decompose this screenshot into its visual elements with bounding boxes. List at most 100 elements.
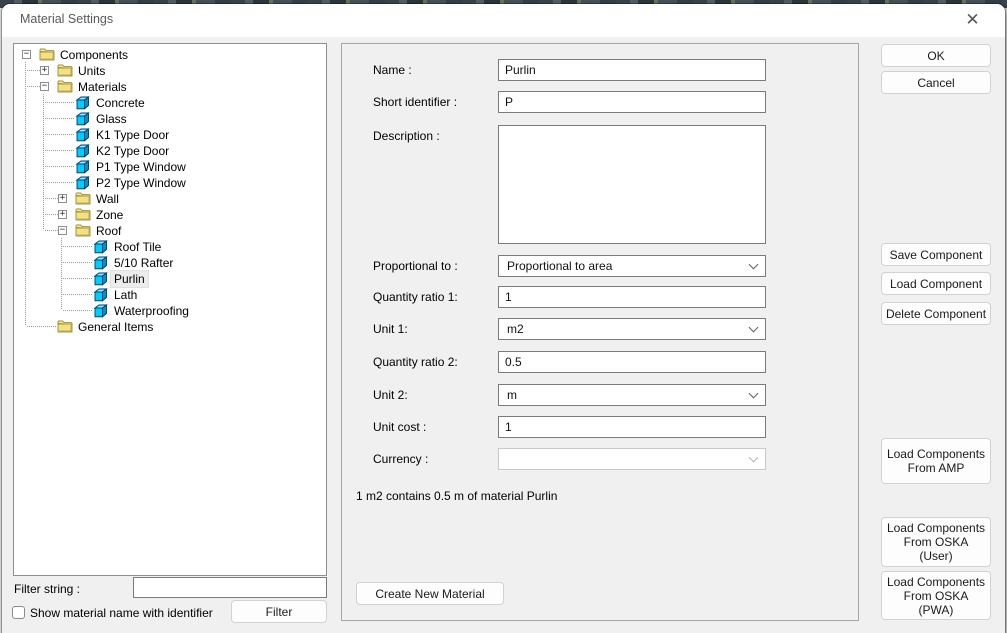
- tree-connector-line: [45, 150, 75, 151]
- ok-button[interactable]: OK: [881, 44, 991, 67]
- material-settings-dialog: Material Settings ✕ − Components + Units…: [2, 4, 1005, 633]
- tree-item-label: Components: [57, 47, 131, 63]
- tree-item[interactable]: − Components: [15, 47, 325, 63]
- chevron-down-icon: [749, 322, 759, 332]
- tree-item[interactable]: Concrete: [15, 95, 325, 111]
- material-cube-icon: [75, 160, 91, 173]
- material-cube-icon: [75, 176, 91, 189]
- cancel-button[interactable]: Cancel: [881, 71, 991, 94]
- proportional-to-dropdown[interactable]: Proportional to area: [498, 255, 766, 277]
- description-textarea[interactable]: [498, 125, 766, 244]
- tree-item[interactable]: Purlin: [15, 271, 325, 287]
- chevron-down-icon: [749, 388, 759, 398]
- create-new-material-button[interactable]: Create New Material: [356, 582, 504, 605]
- tree-item-label: Waterproofing: [111, 303, 192, 319]
- tree-connector-line: [45, 118, 75, 119]
- tree-connector-line: [63, 278, 93, 279]
- tree-expander-icon[interactable]: +: [58, 210, 67, 219]
- tree-item[interactable]: Waterproofing: [15, 303, 325, 319]
- ratio-summary-text: 1 m2 contains 0.5 m of material Purlin: [356, 489, 557, 503]
- short-identifier-input[interactable]: [498, 91, 766, 113]
- tree-item[interactable]: − Materials: [15, 79, 325, 95]
- tree-connector-line: [45, 166, 75, 167]
- chevron-down-icon: [749, 452, 759, 462]
- tree-connector-line: [45, 182, 75, 183]
- quantity-ratio-2-input[interactable]: [498, 351, 766, 373]
- load-component-button[interactable]: Load Component: [881, 272, 991, 295]
- tree-item[interactable]: K2 Type Door: [15, 143, 325, 159]
- folder-icon: [75, 192, 91, 205]
- unit-cost-input[interactable]: [498, 416, 766, 438]
- tree-item[interactable]: K1 Type Door: [15, 127, 325, 143]
- tree-item[interactable]: Roof Tile: [15, 239, 325, 255]
- tree-item[interactable]: Lath: [15, 287, 325, 303]
- material-cube-icon: [93, 272, 109, 285]
- tree-connector-line: [27, 86, 40, 87]
- tree-connector-line: [63, 294, 93, 295]
- unit-2-dropdown[interactable]: m: [498, 384, 766, 406]
- tree-item[interactable]: + Wall: [15, 191, 325, 207]
- material-cube-icon: [75, 128, 91, 141]
- tree-item-label: Materials: [75, 79, 130, 95]
- tree-expander-icon[interactable]: −: [40, 82, 49, 91]
- tree-connector-line: [27, 326, 57, 327]
- load-components-oska-user-button[interactable]: Load Components From OSKA (User): [881, 517, 991, 567]
- tree-item[interactable]: 5/10 Rafter: [15, 255, 325, 271]
- tree-item[interactable]: P1 Type Window: [15, 159, 325, 175]
- material-cube-icon: [75, 144, 91, 157]
- close-icon[interactable]: ✕: [950, 5, 995, 35]
- tree-connector-line: [63, 246, 93, 247]
- tree-connector-line: [63, 310, 93, 311]
- delete-component-button[interactable]: Delete Component: [881, 302, 991, 325]
- tree-item[interactable]: P2 Type Window: [15, 175, 325, 191]
- material-cube-icon: [93, 304, 109, 317]
- filter-string-input[interactable]: [133, 577, 327, 598]
- quantity-ratio-1-label: Quantity ratio 1:: [373, 290, 458, 304]
- unit-1-dropdown[interactable]: m2: [498, 318, 766, 340]
- tree-connector-line: [45, 214, 58, 215]
- folder-icon: [75, 224, 91, 237]
- name-label: Name :: [373, 63, 412, 77]
- folder-icon: [39, 48, 55, 61]
- name-input[interactable]: [498, 59, 766, 81]
- tree-item[interactable]: General Items: [15, 319, 325, 335]
- tree-item[interactable]: − Roof: [15, 223, 325, 239]
- component-tree: − Components + Units − Materials Concret…: [13, 43, 327, 576]
- tree-item[interactable]: + Units: [15, 63, 325, 79]
- folder-icon: [57, 80, 73, 93]
- tree-item-label: K2 Type Door: [93, 143, 172, 159]
- show-identifier-checkbox[interactable]: [12, 606, 25, 619]
- load-components-amp-button[interactable]: Load Components From AMP: [881, 438, 991, 484]
- quantity-ratio-1-input[interactable]: [498, 286, 766, 308]
- load-components-oska-pwa-button[interactable]: Load Components From OSKA (PWA): [881, 571, 991, 620]
- folder-icon: [75, 208, 91, 221]
- tree-expander-icon[interactable]: −: [58, 226, 67, 235]
- material-cube-icon: [75, 96, 91, 109]
- description-label: Description :: [373, 129, 440, 143]
- proportional-to-value: Proportional to area: [507, 259, 612, 273]
- tree-item[interactable]: Glass: [15, 111, 325, 127]
- tree-item-label: 5/10 Rafter: [111, 255, 176, 271]
- show-identifier-checkbox-label: Show material name with identifier: [30, 606, 213, 620]
- currency-dropdown[interactable]: [498, 448, 766, 470]
- tree-connector-line: [45, 134, 75, 135]
- tree-connector-line: [45, 230, 58, 231]
- tree-item-label: P1 Type Window: [93, 159, 189, 175]
- unit-2-value: m: [507, 388, 517, 402]
- save-component-button[interactable]: Save Component: [881, 243, 991, 266]
- tree-connector-line: [27, 70, 40, 71]
- chevron-down-icon: [749, 259, 759, 269]
- filter-button[interactable]: Filter: [231, 600, 327, 623]
- tree-expander-icon[interactable]: +: [40, 66, 49, 75]
- unit-1-value: m2: [507, 322, 524, 336]
- unit-1-label: Unit 1:: [373, 322, 408, 336]
- tree-item-label: Roof: [93, 223, 124, 239]
- tree-items: − Components + Units − Materials Concret…: [15, 45, 325, 574]
- tree-connector-line: [45, 198, 58, 199]
- tree-item[interactable]: + Zone: [15, 207, 325, 223]
- tree-expander-icon[interactable]: −: [22, 50, 31, 59]
- material-cube-icon: [75, 112, 91, 125]
- tree-item-label: Purlin: [111, 271, 148, 287]
- tree-expander-icon[interactable]: +: [58, 194, 67, 203]
- tree-item-label: Wall: [93, 191, 122, 207]
